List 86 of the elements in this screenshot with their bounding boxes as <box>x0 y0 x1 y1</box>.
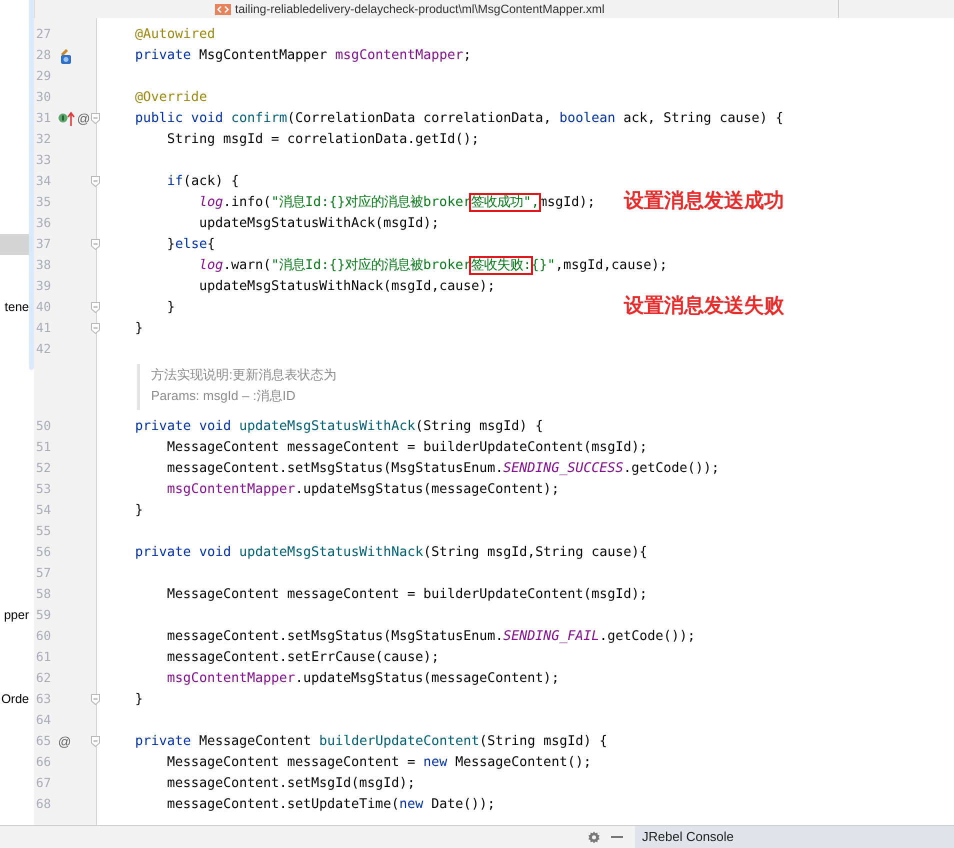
line-number: 29 <box>35 67 52 86</box>
code-line: }else{ <box>166 236 216 254</box>
code-line: } <box>134 690 144 709</box>
fold-marker-icon[interactable] <box>91 323 100 334</box>
tree-row[interactable]: tene <box>0 297 29 318</box>
line-number: 59 <box>35 606 52 624</box>
line-number: 33 <box>35 151 52 170</box>
line-number: 36 <box>35 214 52 232</box>
tree-item-label[interactable]: pper <box>4 606 29 625</box>
code-line: messageContent.setErrCause(cause); <box>166 648 440 667</box>
annotation-text: 设置消息发送成功 <box>624 189 784 214</box>
code-line: msgContentMapper.updateMsgStatus(messageContent); <box>166 480 560 499</box>
fold-marker-icon[interactable] <box>91 694 100 705</box>
line-number: 61 <box>35 648 52 666</box>
line-number: 39 <box>35 277 52 296</box>
code-line: String msgId = correlationData.getId(); <box>166 130 480 149</box>
code-line: messageContent.setUpdateTime(new Date()); <box>166 796 496 814</box>
code-line: log.warn("消息Id:{}对应的消息被broker签收失败:{}",msgId,cause); <box>198 256 668 275</box>
line-number: 58 <box>35 585 52 604</box>
code-line: messageContent.setMsgStatus(MsgStatusEnum.SENDING_SUCCESS.getCode()); <box>166 460 720 478</box>
gutter-marker[interactable]: @ <box>58 732 72 752</box>
line-number: 54 <box>35 501 52 520</box>
code-line: msgContentMapper.updateMsgStatus(messageContent); <box>166 670 560 688</box>
fold-marker-icon[interactable] <box>91 302 100 313</box>
line-number: 37 <box>35 235 52 254</box>
line-number: 64 <box>35 711 52 730</box>
tree-row[interactable]: pper <box>0 605 29 626</box>
line-number: 55 <box>35 522 52 540</box>
settings-icon[interactable] <box>587 830 601 844</box>
code-line: @Override <box>134 88 208 107</box>
line-number: 34 <box>35 172 52 190</box>
line-number: 67 <box>35 774 52 792</box>
line-number: 41 <box>35 319 52 338</box>
tree-item-label[interactable]: tene <box>4 298 29 317</box>
gutter-marker[interactable]: @ <box>77 108 90 128</box>
console-tab[interactable]: JRebel Console <box>635 826 954 848</box>
tree-item-label[interactable]: Orde <box>1 690 29 709</box>
code-line: @Autowired <box>134 26 216 44</box>
line-number: 30 <box>35 88 52 106</box>
doc-comment: 方法实现说明:更新消息表状态为 Params: msgId – :消息ID <box>137 364 337 410</box>
code-line: updateMsgStatusWithAck(msgId); <box>198 214 440 233</box>
line-number: 32 <box>35 130 52 148</box>
code-line: messageContent.setMsgStatus(MsgStatusEnum.SENDING_FAIL.getCode()); <box>166 628 696 646</box>
code-line: private MsgContentMapper msgContentMapper; <box>134 46 472 65</box>
code-line: MessageContent messageContent = builderUpdateContent(msgId); <box>166 438 648 457</box>
line-number: 63 <box>35 690 52 708</box>
line-number: 65 <box>35 732 52 750</box>
fold-marker-icon[interactable] <box>91 176 100 187</box>
code-line: } <box>134 320 144 338</box>
code-line: private void updateMsgStatusWithNack(String msgId,String cause){ <box>134 544 648 562</box>
code-line: messageContent.setMsgId(msgId); <box>166 774 416 793</box>
fold-marker-icon[interactable] <box>91 736 100 747</box>
line-number: 56 <box>35 543 52 562</box>
code-line: MessageContent messageContent = builderUpdateContent(msgId); <box>166 586 648 604</box>
code-line: public void confirm(CorrelationData correlationData, boolean ack, String cause) { <box>134 110 784 128</box>
line-number: 31 <box>35 109 52 128</box>
line-number: 53 <box>35 480 52 498</box>
line-number: 52 <box>35 459 52 478</box>
code-line: MessageContent messageContent = new MessageContent(); <box>166 754 592 772</box>
code-line: private MessageContent builderUpdateContent(String msgId) { <box>134 732 608 751</box>
line-number: 27 <box>35 25 52 44</box>
fold-marker-icon[interactable] <box>91 239 100 250</box>
line-number: 35 <box>35 193 52 212</box>
line-number: 51 <box>35 438 52 456</box>
line-number: 66 <box>35 753 52 772</box>
line-number: 62 <box>35 669 52 688</box>
line-number: 40 <box>35 298 52 316</box>
code-line: } <box>166 298 176 317</box>
code-line: } <box>134 502 144 520</box>
code-line: private void updateMsgStatusWithAck(String msgId) { <box>134 418 544 436</box>
implementation-arrow-icon[interactable] <box>58 110 75 126</box>
xml-file-icon <box>215 2 231 16</box>
line-number: 50 <box>35 417 52 436</box>
line-number: 28 <box>35 46 52 64</box>
line-number: 57 <box>35 564 52 582</box>
code-line: updateMsgStatusWithNack(msgId,cause); <box>198 278 496 296</box>
code-line: if(ack) { <box>166 172 240 191</box>
line-number: 68 <box>35 795 52 814</box>
line-number: 38 <box>35 256 52 274</box>
scrollbar[interactable] <box>29 0 34 370</box>
annotation-text: 设置消息发送失败 <box>624 294 784 319</box>
line-number: 42 <box>35 340 52 358</box>
line-number: 60 <box>35 627 52 646</box>
fold-marker-icon[interactable] <box>91 113 100 124</box>
bean-icon[interactable] <box>58 48 72 64</box>
code-line: log.info("消息Id:{}对应的消息被broker签收成功",msgId); <box>198 194 596 212</box>
